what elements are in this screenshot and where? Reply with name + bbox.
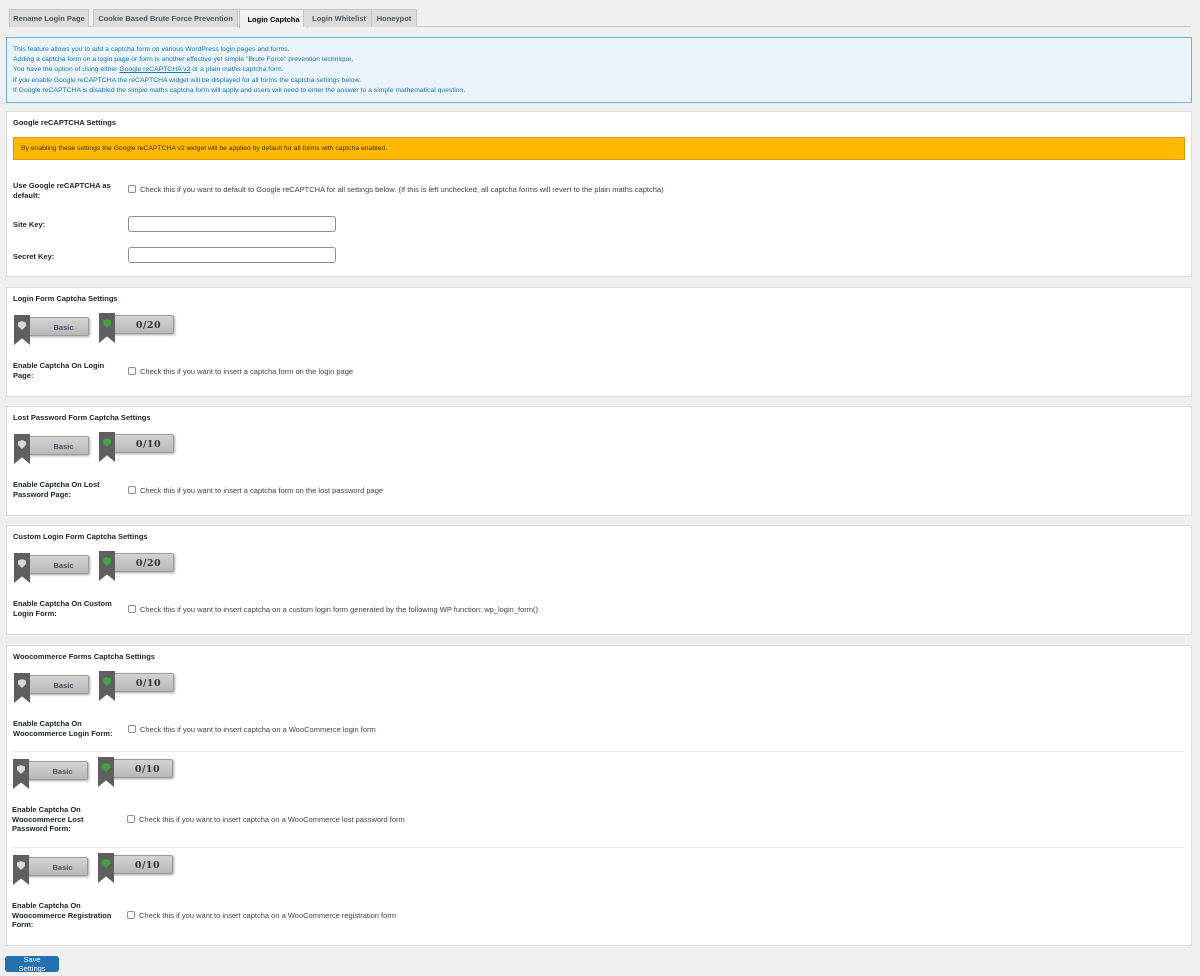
info-text: You have the option of using either [13, 66, 120, 74]
checkbox-description: Check this if you want to insert captcha… [140, 605, 538, 614]
woocommerce-captcha-box: Woocommerce Forms Captcha Settings Basic… [6, 645, 1192, 946]
basic-badge: Basic [13, 759, 88, 789]
basic-badge: Basic [14, 434, 89, 464]
badge-label: Basic [53, 561, 74, 570]
basic-badge: Basic [13, 855, 88, 885]
warning-notice: By enabling these settings the Google re… [13, 137, 1185, 160]
badge-label: Basic [53, 681, 74, 690]
secret-key-input[interactable] [128, 247, 336, 263]
woo-lost-password-captcha-checkbox[interactable] [127, 815, 135, 823]
basic-badge: Basic [14, 553, 89, 583]
basic-badge: Basic [14, 673, 89, 703]
login-captcha-label: Enable Captcha On Login Page: [13, 361, 105, 380]
info-notice: This feature allows you to add a captcha… [6, 37, 1192, 103]
badge-label: Basic [53, 323, 74, 332]
badge-score: 0/20 [135, 558, 162, 569]
section-title: Google reCAPTCHA Settings [13, 118, 117, 127]
woo-lost-password-captcha-label: Enable Captcha On Woocommerce Lost Passw… [12, 805, 84, 833]
login-captcha-checkbox[interactable] [128, 367, 136, 375]
tab-cookie-brute-force[interactable]: Cookie Based Brute Force Prevention [93, 9, 238, 27]
custom-login-captcha-box: Custom Login Form Captcha Settings Basic… [6, 525, 1192, 635]
lost-password-captcha-checkbox[interactable] [128, 486, 136, 494]
custom-login-captcha-label: Enable Captcha On Custom Login Form: [13, 599, 112, 618]
badge-label: Basic [53, 442, 74, 451]
badge-score: 0/10 [134, 764, 161, 775]
site-key-label: Site Key: [13, 220, 46, 229]
divider [13, 847, 1185, 848]
score-badge: 0/10 [99, 432, 174, 462]
badge-score: 0/10 [135, 439, 162, 450]
custom-login-captcha-checkbox[interactable] [128, 605, 136, 613]
lost-password-captcha-box: Lost Password Form Captcha Settings Basi… [6, 406, 1192, 516]
recaptcha-default-label: Use Google reCAPTCHA as default: [13, 181, 111, 200]
save-settings-button[interactable]: Save Settings [5, 955, 59, 973]
secret-key-label: Secret Key: [13, 252, 55, 261]
nav-tab-wrapper: Rename Login Page Cookie Based Brute For… [9, 8, 1191, 28]
section-title: Lost Password Form Captcha Settings [13, 413, 151, 422]
info-line: This feature allows you to add a captcha… [13, 46, 290, 53]
basic-badge: Basic [14, 315, 89, 345]
recaptcha-settings-box: Google reCAPTCHA Settings By enabling th… [6, 111, 1192, 277]
badge-score: 0/10 [134, 860, 161, 871]
checkbox-description: Check this if you want to default to Goo… [140, 185, 664, 194]
info-text: or a plain maths captcha form. [190, 66, 284, 74]
score-badge: 0/20 [99, 551, 174, 581]
score-badge: 0/10 [98, 757, 173, 787]
woo-registration-captcha-checkbox[interactable] [127, 911, 135, 919]
info-line: Adding a captcha form on a login page or… [13, 56, 354, 64]
checkbox-description: Check this if you want to insert captcha… [139, 815, 405, 824]
score-badge: 0/10 [99, 671, 174, 701]
tab-login-whitelist[interactable]: Login Whitelist [303, 9, 375, 27]
login-form-captcha-box: Login Form Captcha Settings Basic 0/20 E… [6, 287, 1192, 397]
site-key-input[interactable] [128, 216, 336, 232]
woo-login-captcha-label: Enable Captcha On Woocommerce Login Form… [13, 719, 113, 738]
info-line: You have the option of using either Goog… [13, 65, 1185, 75]
lost-password-captcha-label: Enable Captcha On Lost Password Page: [13, 480, 100, 499]
tab-honeypot[interactable]: Honeypot [371, 9, 417, 27]
badge-score: 0/20 [135, 320, 162, 331]
checkbox-description: Check this if you want to insert a captc… [140, 367, 354, 376]
tab-login-captcha[interactable]: Login Captcha [239, 9, 308, 28]
checkbox-description: Check this if you want to insert captcha… [140, 725, 376, 734]
section-title: Woocommerce Forms Captcha Settings [13, 652, 155, 661]
checkbox-description: Check this if you want to insert a captc… [140, 486, 384, 495]
recaptcha-default-checkbox[interactable] [128, 185, 136, 193]
badge-label: Basic [52, 863, 73, 872]
badge-score: 0/10 [135, 678, 162, 689]
badge-label: Basic [52, 767, 73, 776]
section-title: Custom Login Form Captcha Settings [13, 532, 148, 541]
info-line: If you enable Google reCAPTCHA the reCAP… [13, 76, 361, 84]
recaptcha-link[interactable]: Google reCAPTCHA v2 [119, 66, 190, 73]
tab-rename-login-page[interactable]: Rename Login Page [9, 9, 89, 27]
score-badge: 0/10 [98, 853, 173, 883]
score-badge: 0/20 [99, 313, 174, 343]
woo-registration-captcha-label: Enable Captcha On Woocommerce Registrati… [12, 901, 112, 929]
checkbox-description: Check this if you want to insert captcha… [139, 911, 397, 920]
info-line: If Google reCAPTCHA is disabled the simp… [13, 86, 466, 94]
woo-login-captcha-checkbox[interactable] [128, 725, 136, 733]
divider [13, 751, 1185, 752]
section-title: Login Form Captcha Settings [13, 294, 118, 303]
